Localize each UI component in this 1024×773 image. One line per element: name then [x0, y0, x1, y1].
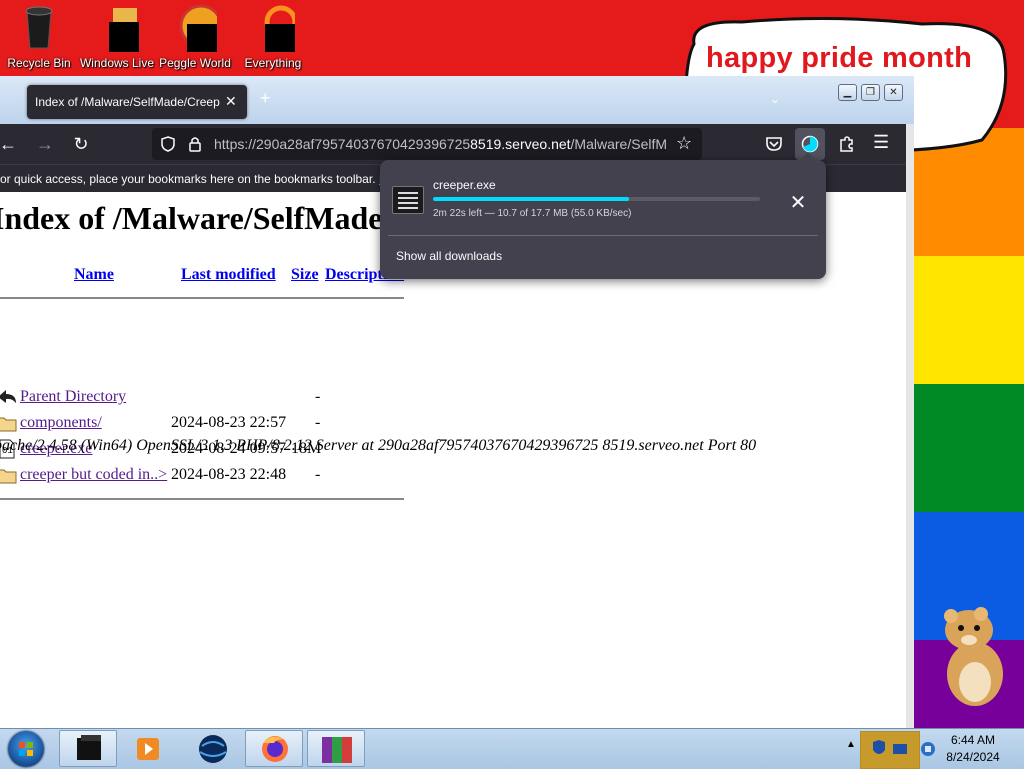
minimize-icon: ▁ — [843, 87, 852, 98]
reload-icon[interactable]: ↻ — [69, 132, 93, 156]
scrollbar[interactable] — [906, 124, 914, 728]
forward-arrow-icon[interactable]: → — [33, 132, 57, 156]
bookmarks-toolbar-hint: or quick access, place your bookmarks he… — [0, 172, 389, 186]
desktop-icon-recycle-bin[interactable]: Recycle Bin — [0, 4, 78, 70]
column-header-last-modified[interactable]: Last modified — [181, 266, 276, 284]
download-progress-icon — [801, 135, 819, 153]
restore-button[interactable]: ❐ — [861, 84, 880, 101]
black-window-icon — [77, 735, 101, 760]
taskbar-item-winrar[interactable] — [307, 730, 365, 767]
divider — [0, 498, 404, 500]
shield-icon[interactable] — [160, 136, 176, 152]
download-progress-fill — [433, 197, 630, 201]
show-all-downloads-button[interactable]: Show all downloads — [396, 249, 502, 263]
exe-file-icon — [392, 186, 424, 214]
lock-icon[interactable] — [188, 136, 202, 152]
taskbar-item-black-window[interactable] — [59, 730, 117, 767]
parent-directory-link[interactable]: Parent Directory — [20, 388, 126, 406]
table-row: creeper but coded in..> 2024-08-23 22:48… — [0, 464, 420, 486]
pocket-icon[interactable] — [765, 136, 783, 152]
folder-icon — [0, 469, 17, 484]
extensions-puzzle-icon[interactable] — [838, 135, 856, 153]
windows-logo-icon — [19, 742, 33, 756]
desktop-icon-label: Everything — [244, 56, 302, 70]
back-arrow-icon[interactable]: ← — [0, 132, 20, 156]
show-hidden-icons-icon[interactable]: ▲ — [846, 739, 856, 750]
url-bar[interactable]: https://290a28af795740376704293967258519… — [152, 128, 702, 160]
back-arrow-icon — [0, 390, 16, 403]
firefox-icon — [262, 736, 288, 762]
pride-month-text: happy pride month — [706, 42, 973, 74]
downloads-panel: creeper.exe 2m 22s left — 10.7 of 17.7 M… — [380, 152, 826, 279]
minimize-button[interactable]: ▁ — [838, 84, 857, 101]
row-size: - — [315, 414, 321, 431]
column-header-name[interactable]: Name — [74, 266, 114, 284]
table-row: components/ 2024-08-23 22:57 - — [0, 412, 420, 434]
folder-icon — [0, 417, 17, 432]
media-player-icon — [137, 738, 159, 760]
tab-title: Index of /Malware/SelfMade/Creeper — [35, 95, 220, 109]
windows-live-icon — [95, 4, 141, 54]
start-button[interactable] — [8, 731, 44, 767]
desktop-icon-label: Windows Live — [79, 56, 155, 70]
tab-close-icon[interactable]: ✕ — [225, 93, 237, 110]
close-icon: ✕ — [889, 87, 898, 98]
security-shield-icon — [861, 732, 919, 768]
navigation-toolbar: ← → ↻ https://290a28af795740376704293967… — [0, 124, 906, 164]
download-file-name[interactable]: creeper.exe — [433, 178, 496, 192]
restore-icon: ❐ — [866, 87, 875, 98]
row-date: 2024-08-23 22:48 — [171, 466, 287, 483]
desktop-icon-windows-live[interactable]: Windows Live — [78, 4, 156, 70]
list-all-tabs-icon[interactable]: ⌄ — [770, 92, 780, 106]
clock-date[interactable]: 8/24/2024 — [938, 750, 1008, 764]
download-status: 2m 22s left — 10.7 of 17.7 MB (55.0 KB/s… — [433, 208, 632, 219]
taskbar-item-media-player[interactable] — [120, 730, 178, 767]
dancing-hamster-icon — [944, 607, 1003, 706]
desktop-icon-label: Recycle Bin — [7, 56, 71, 70]
globe-icon — [199, 735, 227, 763]
close-window-button[interactable]: ✕ — [884, 84, 903, 101]
taskbar-item-globe[interactable] — [184, 730, 242, 767]
everything-search-icon — [251, 4, 298, 56]
network-icon[interactable] — [920, 741, 936, 757]
server-signature: pache/2.4.58 (Win64) OpenSSL/3.1.3 PHP/8… — [0, 437, 757, 454]
new-tab-icon[interactable]: + — [260, 88, 271, 109]
menu-hamburger-icon[interactable]: ☰ — [873, 132, 889, 153]
row-size: - — [315, 388, 321, 405]
download-progress-bar — [433, 197, 760, 201]
panel-arrow — [800, 152, 816, 160]
divider — [0, 297, 404, 299]
page-title: Index of /Malware/SelfMade — [0, 200, 383, 236]
row-date: 2024-08-23 22:57 — [171, 414, 287, 431]
title-bar[interactable]: Index of /Malware/SelfMade/Creeper ✕ + ⌄… — [0, 76, 914, 127]
cancel-download-icon[interactable]: ✕ — [785, 190, 811, 216]
desktop-icons: Recycle Bin Windows Live Peggle World Ev… — [0, 0, 600, 78]
bookmark-star-icon[interactable]: ☆ — [676, 133, 692, 154]
tab-active[interactable]: Index of /Malware/SelfMade/Creeper ✕ — [27, 85, 247, 119]
desktop-icon-everything[interactable]: Everything — [234, 4, 312, 70]
url-text[interactable]: https://290a28af795740376704293967258519… — [214, 136, 666, 152]
table-row: Parent Directory - — [0, 386, 420, 408]
clock-time[interactable]: 6:44 AM — [938, 733, 1008, 747]
desktop-icon-label: Peggle World — [159, 56, 231, 70]
column-header-size[interactable]: Size — [291, 266, 319, 284]
taskbar-item-firefox[interactable] — [245, 730, 303, 767]
peggle-world-icon — [173, 4, 223, 56]
components-folder-link[interactable]: components/ — [20, 414, 102, 432]
desktop-icon-peggle-world[interactable]: Peggle World — [156, 4, 234, 70]
row-size: - — [315, 466, 321, 483]
taskbar: ▲ 6:44 AM 8/24/2024 — [0, 728, 1024, 769]
winrar-icon — [322, 737, 352, 763]
recycle-bin-icon — [17, 4, 61, 49]
divider — [388, 235, 818, 236]
tray-active-app[interactable] — [860, 731, 920, 769]
creeper-coded-folder-link[interactable]: creeper but coded in..> — [20, 466, 167, 484]
